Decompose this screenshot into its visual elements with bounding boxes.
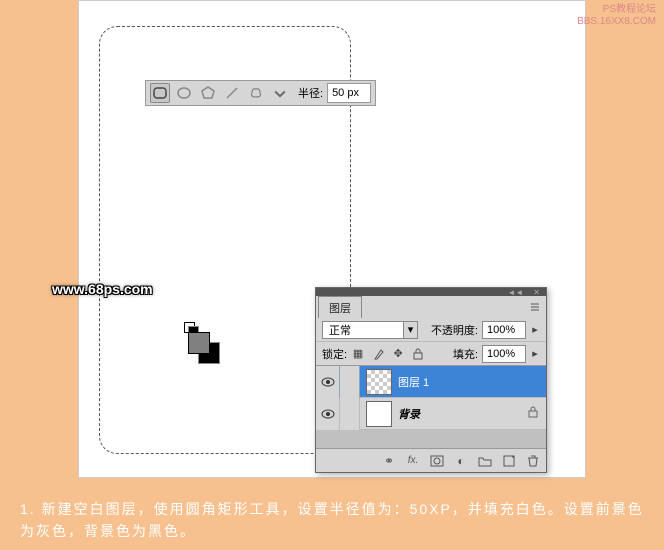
tutorial-caption: 1. 新建空白图层，使用圆角矩形工具，设置半径值为：50XP，并填充白色。设置前… xyxy=(20,498,644,542)
panel-tabs: 图层 xyxy=(316,296,546,318)
rounded-rectangle-icon[interactable] xyxy=(150,83,170,103)
fill-slider-icon[interactable]: ▸ xyxy=(530,345,540,363)
layer-name[interactable]: 背录 xyxy=(398,406,528,422)
link-col[interactable] xyxy=(340,398,360,430)
panel-menu-icon[interactable] xyxy=(528,300,542,314)
layer-thumbnail[interactable] xyxy=(366,401,392,427)
link-layers-icon[interactable]: ⚭ xyxy=(382,454,396,468)
foreground-color-swatch[interactable] xyxy=(188,332,210,354)
layer-empty-area xyxy=(316,430,546,448)
mask-icon[interactable] xyxy=(430,454,444,468)
panel-titlebar[interactable]: ◄◄ ✕ xyxy=(316,288,546,296)
opacity-slider-icon[interactable]: ▸ xyxy=(530,321,540,339)
ellipse-icon[interactable] xyxy=(174,83,194,103)
blend-opacity-row: 正常 ▾ 不透明度: 100% ▸ xyxy=(316,318,546,342)
adjustment-layer-icon[interactable]: ◐ xyxy=(454,454,468,468)
line-icon[interactable] xyxy=(222,83,242,103)
trash-icon[interactable] xyxy=(526,454,540,468)
lock-icon xyxy=(528,406,538,421)
layers-panel: ◄◄ ✕ 图层 正常 ▾ 不透明度: 100% ▸ 锁定: ▦ ✥ xyxy=(315,287,547,473)
layer-list: 图层 1 背录 xyxy=(316,366,546,448)
tab-layers[interactable]: 图层 xyxy=(318,296,362,318)
layer-item[interactable]: 图层 1 xyxy=(316,366,546,398)
panel-footer: ⚭ fx. ◐ xyxy=(316,448,546,472)
link-col[interactable] xyxy=(340,366,360,398)
fill-input[interactable]: 100% xyxy=(482,345,526,363)
visibility-toggle[interactable] xyxy=(316,366,340,398)
fx-icon[interactable]: fx. xyxy=(406,454,420,468)
lock-fill-row: 锁定: ▦ ✥ 填充: 100% ▸ xyxy=(316,342,546,366)
polygon-icon[interactable] xyxy=(198,83,218,103)
new-layer-icon[interactable] xyxy=(502,454,516,468)
fill-label: 填充: xyxy=(453,346,478,362)
lock-all-icon[interactable] xyxy=(411,347,425,361)
layer-name[interactable]: 图层 1 xyxy=(398,374,546,390)
group-icon[interactable] xyxy=(478,454,492,468)
lock-label: 锁定: xyxy=(322,346,347,362)
shape-options-arrow-icon[interactable] xyxy=(270,83,290,103)
blend-mode-dropdown[interactable]: 正常 ▾ xyxy=(322,321,418,339)
opacity-label: 不透明度: xyxy=(431,322,478,338)
radius-label: 半径: xyxy=(298,85,323,101)
opacity-input[interactable]: 100% xyxy=(482,321,526,339)
visibility-toggle[interactable] xyxy=(316,398,340,430)
shape-options-bar: 半径: 50 px xyxy=(145,80,376,106)
color-swatches xyxy=(184,322,224,366)
layer-item[interactable]: 背录 xyxy=(316,398,546,430)
custom-shape-icon[interactable] xyxy=(246,83,266,103)
watermark-corner: PS教程论坛 BBS.16XX8.COM xyxy=(577,4,656,28)
lock-pixels-icon[interactable] xyxy=(371,347,385,361)
lock-transparency-icon[interactable]: ▦ xyxy=(351,347,365,361)
layer-thumbnail[interactable] xyxy=(366,369,392,395)
lock-position-icon[interactable]: ✥ xyxy=(391,347,405,361)
radius-input[interactable]: 50 px xyxy=(327,83,371,103)
chevron-down-icon: ▾ xyxy=(403,322,417,338)
watermark-68ps: www.68ps.com xyxy=(52,281,153,297)
